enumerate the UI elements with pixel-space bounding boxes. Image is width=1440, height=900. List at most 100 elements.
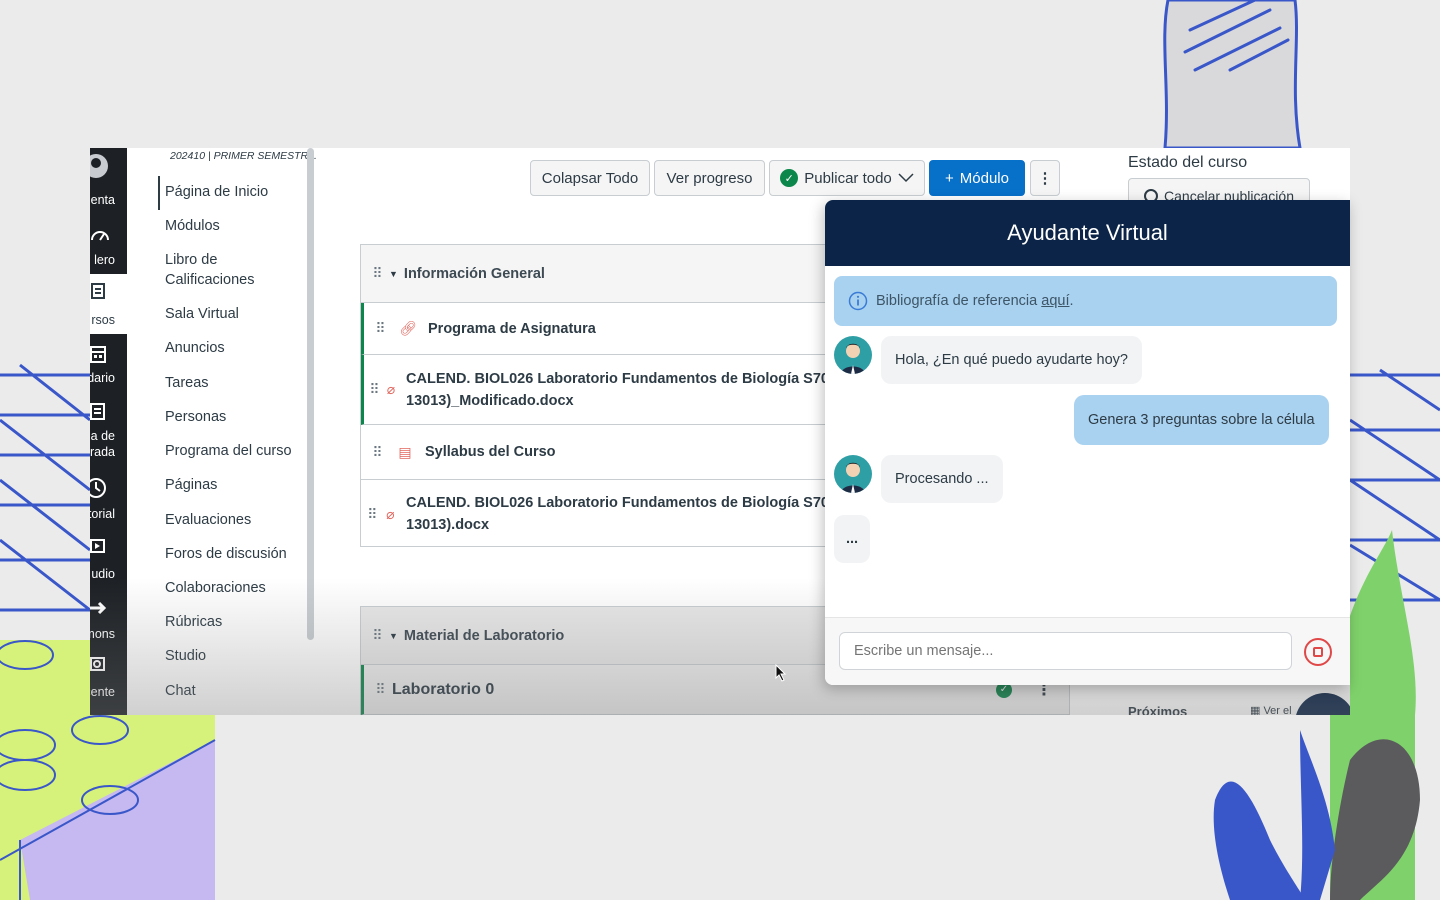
module-item-title-line2: 13013)_Modificado.docx <box>406 392 574 409</box>
course-status-heading: Estado del curso <box>1128 154 1248 171</box>
info-text: Bibliografía de referencia aquí. <box>876 293 1074 309</box>
module-header[interactable]: ⠿ ▼ Información General <box>361 245 829 303</box>
course-nav-item-assignments[interactable]: Tareas <box>165 373 209 393</box>
bibliography-link[interactable]: aquí <box>1041 293 1069 309</box>
typing-indicator: ... <box>834 515 871 563</box>
module-item-title-line1: CALEND. BIOL026 Laboratorio Fundamentos … <box>406 495 829 511</box>
course-nav-item-virtual-room[interactable]: Sala Virtual <box>165 304 239 324</box>
account-icon <box>90 154 108 178</box>
global-nav-label: lero <box>94 253 115 267</box>
active-indicator <box>158 176 160 210</box>
drag-handle-icon[interactable]: ⠿ <box>368 381 380 398</box>
module-item-title[interactable]: Syllabus del Curso <box>425 441 556 463</box>
module-item[interactable]: ⠿ ⌀ CALEND. BIOL026 Laboratorio Fundamen… <box>361 480 829 548</box>
attachment-icon: ⌀ <box>386 381 396 397</box>
stop-icon <box>1313 647 1323 657</box>
module-item[interactable]: ⠿ 🔗︎ Programa de Asignatura <box>361 303 829 355</box>
cursor-icon <box>775 664 787 682</box>
bot-message: Procesando ... <box>881 455 1003 503</box>
course-nav-item-collaborations[interactable]: Colaboraciones <box>165 578 266 598</box>
course-nav-item-home[interactable]: Página de Inicio <box>165 182 268 202</box>
history-icon <box>90 478 106 498</box>
caret-down-icon[interactable]: ▼ <box>389 269 398 279</box>
chat-input-bar <box>825 617 1350 685</box>
global-nav-label: mons <box>90 627 115 641</box>
course-nav-item-announcements[interactable]: Anuncios <box>165 338 225 358</box>
chat-title: Ayudante Virtual <box>825 200 1350 266</box>
course-nav-item-studio[interactable]: Studio <box>165 646 206 666</box>
course-nav-item-people[interactable]: Personas <box>165 407 226 427</box>
upcoming-heading: Próximos <box>1128 704 1188 715</box>
global-nav-commons[interactable]: mons <box>90 596 127 654</box>
global-nav-history[interactable]: torial <box>90 478 127 536</box>
publish-all-label: Publicar todo <box>804 169 892 187</box>
stop-generation-button[interactable] <box>1304 638 1332 666</box>
module-item-title-line2: 13013).docx <box>406 517 490 533</box>
global-nav-label: torial <box>90 507 115 521</box>
help-button[interactable] <box>1295 693 1350 715</box>
user-message: Genera 3 preguntas sobre la célula <box>1074 395 1329 445</box>
module-item-title[interactable]: Laboratorio 0 <box>392 679 494 701</box>
course-nav-item-chat[interactable]: Chat <box>165 681 196 701</box>
more-options-button[interactable]: ⋮ <box>1030 160 1060 196</box>
inbox-icon <box>90 403 105 420</box>
collapse-all-button[interactable]: Colapsar Todo <box>530 160 650 196</box>
teacher-icon <box>90 657 105 671</box>
global-nav-label: ndario <box>90 371 115 385</box>
course-nav-item-rubrics[interactable]: Rúbricas <box>165 612 222 632</box>
drag-handle-icon[interactable]: ⠿ <box>365 506 379 523</box>
module-item-title[interactable]: Programa de Asignatura <box>428 318 596 340</box>
add-module-button[interactable]: + Módulo <box>929 160 1025 196</box>
chat-message-input[interactable] <box>839 632 1292 670</box>
calendar-icon <box>90 346 106 363</box>
global-nav-label: enta <box>90 193 115 207</box>
drag-handle-icon[interactable]: ⠿ <box>368 320 392 337</box>
plus-icon: + <box>945 169 954 187</box>
link-icon: 🔗︎ <box>399 320 417 336</box>
global-nav-account[interactable]: enta <box>90 148 127 207</box>
dashboard-icon <box>91 231 109 241</box>
global-nav-label: udio <box>91 567 115 581</box>
global-nav-label: ocente <box>90 685 115 699</box>
course-term: 202410 | PRIMER SEMESTR... <box>170 150 317 162</box>
global-nav-dashboard[interactable]: lero <box>90 220 127 278</box>
drag-handle-icon[interactable]: ⠿ <box>368 681 392 698</box>
view-calendar-label: Ver el <box>1263 705 1292 715</box>
global-nav-teacher[interactable]: ocente <box>90 654 127 712</box>
info-icon <box>848 291 868 311</box>
module-item[interactable]: ⠿ ▤ Syllabus del Curso <box>361 425 829 480</box>
bot-avatar <box>834 336 872 374</box>
module-title: Información General <box>403 265 545 282</box>
global-nav-label: eja de rada <box>90 429 115 459</box>
course-nav-item-pages[interactable]: Páginas <box>165 475 217 495</box>
global-nav-studio[interactable]: udio <box>90 536 127 594</box>
course-nav-item-discussions[interactable]: Foros de discusión <box>165 544 287 564</box>
publish-all-button[interactable]: ✓ Publicar todo <box>769 160 925 196</box>
module-title: Material de Laboratorio <box>403 627 565 644</box>
bot-message: Hola, ¿En qué puedo ayudarte hoy? <box>881 336 1142 384</box>
drag-handle-icon[interactable]: ⠿ <box>365 627 389 644</box>
course-nav-item-quizzes[interactable]: Evaluaciones <box>165 510 251 530</box>
drag-handle-icon[interactable]: ⠿ <box>365 265 389 282</box>
module-item[interactable]: ⠿ ⌀ CALEND. BIOL026 Laboratorio Fundamen… <box>361 355 829 425</box>
module-item-title[interactable]: CALEND. BIOL026 Laboratorio Fundamentos … <box>406 368 829 412</box>
drag-handle-icon[interactable]: ⠿ <box>365 444 389 461</box>
caret-down-icon[interactable]: ▼ <box>389 631 398 641</box>
chat-info-banner: Bibliografía de referencia aquí. <box>834 276 1337 326</box>
global-nav-calendar[interactable]: ndario <box>90 338 127 396</box>
view-progress-button[interactable]: Ver progreso <box>654 160 765 196</box>
course-nav-item-modules[interactable]: Módulos <box>165 216 220 236</box>
global-nav-label: rsos <box>91 313 115 327</box>
module-informacion-general: ⠿ ▼ Información General ⠿ 🔗︎ Programa de… <box>360 244 830 547</box>
bot-avatar-icon <box>841 343 865 374</box>
module-item-title[interactable]: CALEND. BIOL026 Laboratorio Fundamentos … <box>406 492 829 536</box>
view-calendar-link[interactable]: ▦ Ver el <box>1250 704 1292 715</box>
attachment-icon: ⌀ <box>386 505 395 522</box>
course-nav-item-syllabus[interactable]: Programa del curso <box>165 441 292 461</box>
global-nav-courses[interactable]: rsos <box>90 274 127 334</box>
global-nav-inbox[interactable]: eja de rada <box>90 398 127 468</box>
info-tail: . <box>1069 293 1074 309</box>
course-nav-item-grades[interactable]: Libro de Calificaciones <box>165 250 275 290</box>
course-nav-scrollbar[interactable] <box>307 148 314 640</box>
calendar-icon: ▦ <box>1250 705 1264 715</box>
